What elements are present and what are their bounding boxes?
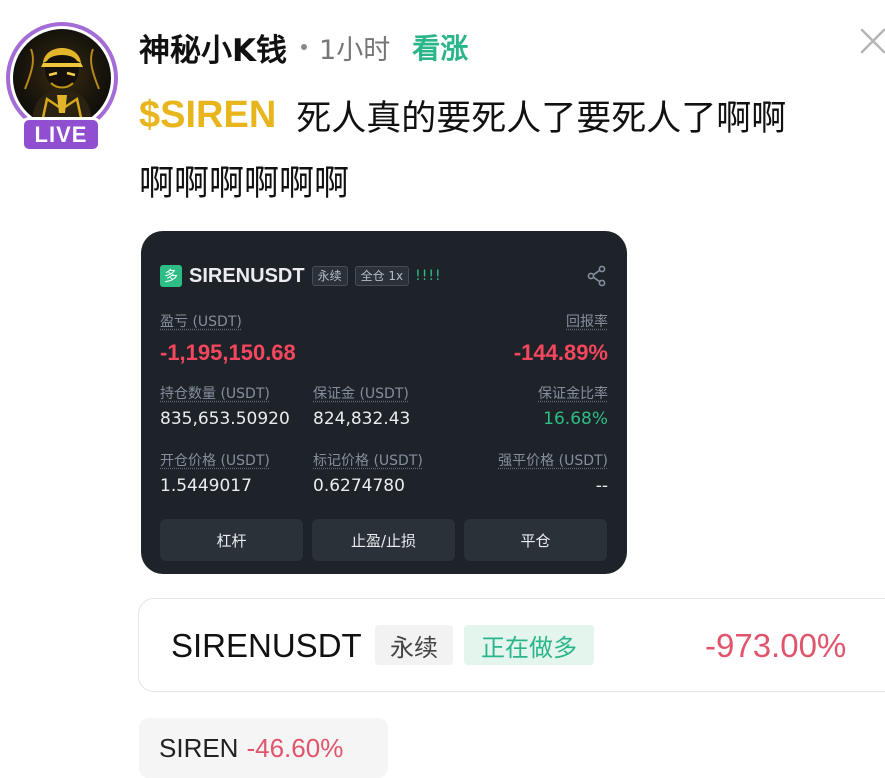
pnl-label: 盈亏 (USDT): [160, 311, 242, 331]
close-position-button[interactable]: 平仓: [464, 519, 607, 561]
post-text: 死人真的要死人了要死人了啊啊: [296, 90, 786, 141]
ticker-chip-pct: -46.60%: [246, 733, 343, 764]
sentiment-bullish-tag: 看涨: [412, 27, 468, 67]
contract-type-tag: 永续: [312, 266, 348, 286]
position-size-value: 835,653.50920: [160, 409, 290, 429]
close-icon[interactable]: [858, 26, 885, 56]
ticker-chip[interactable]: SIREN -46.60%: [139, 718, 388, 778]
margin-ratio-value: 16.68%: [543, 409, 608, 429]
trade-widget[interactable]: SIRENUSDT 永续 正在做多 -973.00%: [138, 598, 885, 692]
liquidation-price-value: --: [596, 476, 608, 496]
margin-mode-tag: 全仓 1x: [355, 266, 410, 286]
share-icon[interactable]: [586, 265, 608, 287]
ticker-chip-symbol: SIREN: [159, 733, 238, 764]
post-author-line: 神秘小K钱 1小时 看涨: [139, 25, 468, 69]
trade-widget-contract-tag: 永续: [375, 625, 453, 665]
live-badge: LIVE: [21, 117, 101, 152]
separator-dot: [301, 44, 307, 50]
author-name[interactable]: 神秘小K钱: [139, 25, 287, 70]
position-header: 多 SIRENUSDT 永续 全仓 1x !!!!: [160, 265, 442, 287]
roe-value: -144.89%: [514, 340, 608, 366]
liquidation-price-label: 强平价格 (USDT): [498, 450, 608, 470]
roe-label: 回报率: [566, 311, 608, 331]
avatar-figure-icon: [13, 29, 111, 127]
avatar-image: [13, 29, 111, 127]
long-side-tag: 多: [160, 265, 182, 287]
mark-price-value: 0.6274780: [313, 476, 405, 496]
signal-bars-icon: !!!!: [415, 268, 441, 284]
post-text-line-2: 啊啊啊啊啊啊: [139, 155, 349, 205]
pnl-value: -1,195,150.68: [160, 340, 296, 366]
margin-ratio-label: 保证金比率: [538, 383, 608, 403]
mark-price-label: 标记价格 (USDT): [313, 450, 423, 470]
avatar-inner-border: [10, 26, 114, 130]
trade-widget-direction-tag: 正在做多: [464, 625, 594, 665]
position-size-label: 持仓数量 (USDT): [160, 383, 270, 403]
margin-label: 保证金 (USDT): [313, 383, 409, 403]
post-text-line-1: $SIREN 死人真的要死人了要死人了啊啊: [139, 90, 786, 140]
trade-widget-pct: -973.00%: [705, 627, 846, 665]
entry-price-label: 开仓价格 (USDT): [160, 450, 270, 470]
position-symbol: SIRENUSDT: [189, 265, 305, 288]
ticker-cashtag[interactable]: $SIREN: [139, 94, 276, 137]
post-time: 1小时: [319, 28, 390, 67]
position-share-card[interactable]: 多 SIRENUSDT 永续 全仓 1x !!!! 盈亏 (USDT) 回报率 …: [141, 231, 627, 574]
tp-sl-button[interactable]: 止盈/止损: [312, 519, 455, 561]
margin-value: 824,832.43: [313, 409, 410, 429]
trade-widget-symbol: SIRENUSDT: [171, 627, 362, 665]
leverage-button[interactable]: 杠杆: [160, 519, 303, 561]
entry-price-value: 1.5449017: [160, 476, 252, 496]
